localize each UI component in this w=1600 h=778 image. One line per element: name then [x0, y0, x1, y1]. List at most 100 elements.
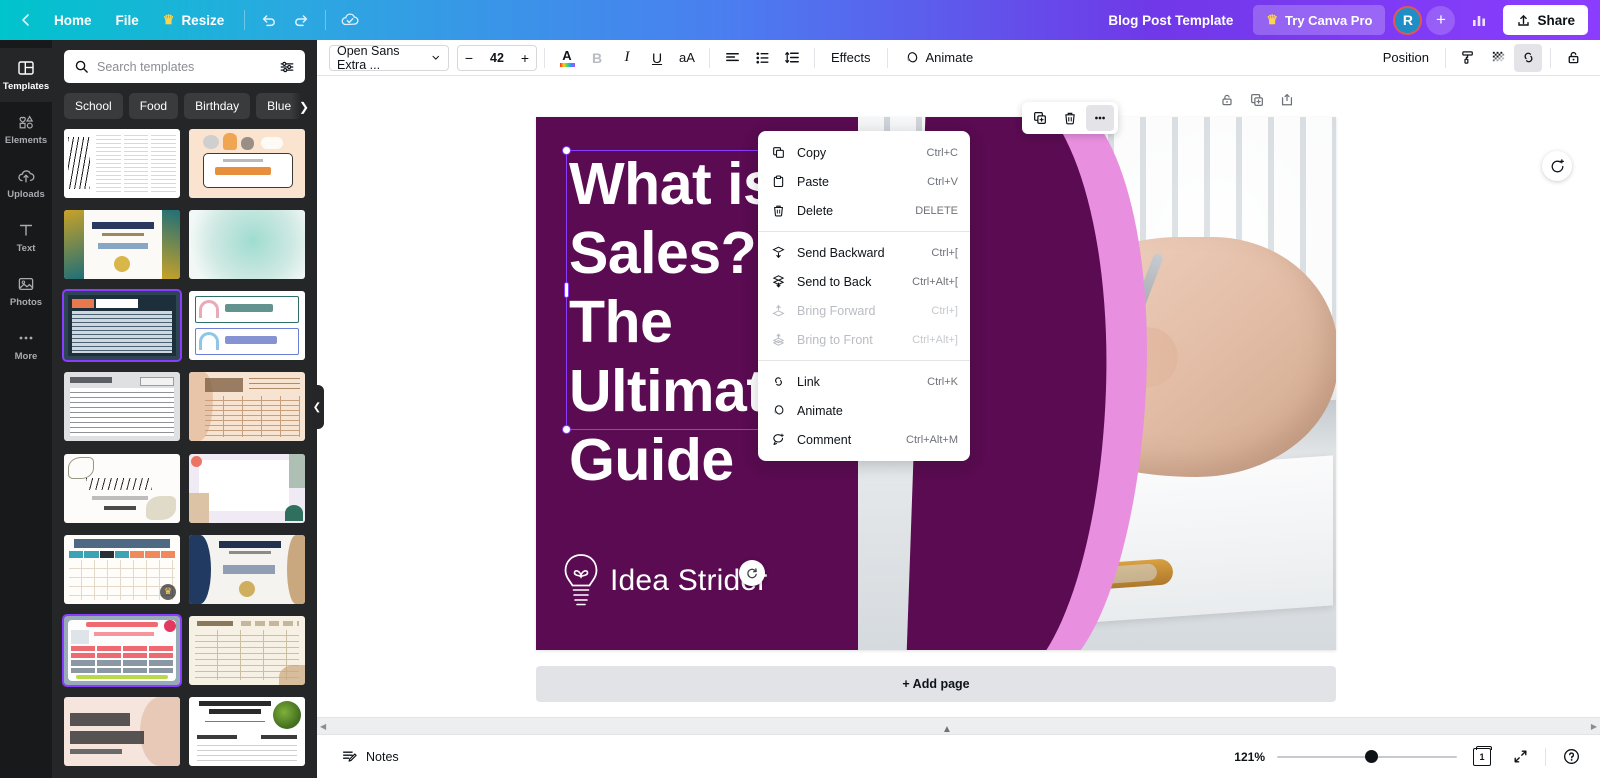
context-menu-shortcut: DELETE — [915, 204, 958, 217]
collapse-notes-bar-button[interactable]: ▲ — [930, 722, 964, 736]
template-thumbnail[interactable] — [64, 696, 180, 766]
context-menu-item-link[interactable]: Link Ctrl+K — [758, 367, 970, 396]
add-page-icon[interactable] — [1277, 90, 1297, 110]
try-pro-label: Try Canva Pro — [1285, 12, 1373, 28]
document-title[interactable]: Blog Post Template — [1096, 13, 1245, 28]
context-menu-item-animate[interactable]: Animate — [758, 396, 970, 425]
text-align-left-icon[interactable] — [718, 44, 746, 72]
template-thumbnail[interactable] — [64, 210, 180, 280]
divider — [244, 10, 246, 30]
template-thumbnail[interactable]: ♛ — [64, 534, 180, 604]
sidebar-item-elements[interactable]: Elements — [0, 102, 52, 156]
page-action-icons — [1217, 90, 1297, 110]
file-menu-button[interactable]: File — [104, 6, 151, 34]
bold-button[interactable]: B — [583, 44, 611, 72]
zoom-knob[interactable] — [1365, 750, 1378, 763]
text-color-button[interactable]: A — [553, 44, 581, 72]
avatar[interactable]: R — [1393, 5, 1423, 35]
search-input[interactable] — [97, 59, 271, 74]
sidebar-item-uploads[interactable]: Uploads — [0, 156, 52, 210]
undo-button[interactable] — [253, 6, 285, 34]
sidebar-item-photos[interactable]: Photos — [0, 264, 52, 318]
delete-element-button[interactable] — [1056, 105, 1084, 131]
share-button[interactable]: Share — [1503, 5, 1588, 35]
lock-icon[interactable] — [1559, 44, 1587, 72]
template-thumbnail[interactable] — [62, 289, 182, 363]
sidebar-item-more[interactable]: More — [0, 318, 52, 372]
font-size-input[interactable]: 42 — [480, 51, 514, 65]
add-page-button[interactable]: + Add page — [536, 666, 1336, 702]
context-menu-item-comment[interactable]: Comment Ctrl+Alt+M — [758, 425, 970, 454]
font-size-increase-button[interactable]: + — [514, 46, 536, 70]
chevron-down-icon — [432, 55, 440, 60]
template-thumbnail[interactable] — [189, 210, 305, 280]
home-button[interactable]: Home — [42, 6, 104, 34]
context-menu-item-copy[interactable]: Copy Ctrl+C — [758, 138, 970, 167]
bullet-list-icon[interactable] — [748, 44, 776, 72]
italic-button[interactable]: I — [613, 44, 641, 72]
context-menu-item-send-backward[interactable]: Send Backward Ctrl+[ — [758, 238, 970, 267]
chips-next-button[interactable]: ❯ — [291, 93, 317, 120]
topbar-right-group: Blog Post Template ♛ Try Canva Pro R + S… — [1096, 5, 1600, 35]
sidebar-item-text[interactable]: Text — [0, 210, 52, 264]
notes-label: Notes — [366, 749, 399, 764]
chip-food[interactable]: Food — [128, 93, 179, 119]
template-thumbnail[interactable] — [189, 534, 305, 604]
effects-button[interactable]: Effects — [822, 44, 880, 72]
template-thumbnail[interactable] — [189, 129, 305, 198]
font-family-select[interactable]: Open Sans Extra ... — [329, 44, 449, 72]
cloud-save-status-icon[interactable] — [334, 6, 366, 34]
file-label: File — [115, 12, 139, 28]
context-menu-item-paste[interactable]: Paste Ctrl+V — [758, 167, 970, 196]
chip-birthday[interactable]: Birthday — [184, 93, 251, 119]
template-thumbnail[interactable] — [189, 696, 305, 766]
template-thumbnail[interactable] — [189, 453, 305, 523]
bar-chart-icon[interactable] — [1463, 6, 1495, 34]
template-thumbnail[interactable] — [189, 372, 305, 442]
paint-roller-icon[interactable] — [1454, 44, 1482, 72]
crown-icon: ♛ — [162, 12, 175, 27]
template-thumbnail[interactable] — [189, 615, 305, 685]
try-canva-pro-button[interactable]: ♛ Try Canva Pro — [1253, 5, 1386, 35]
underline-button[interactable]: U — [643, 44, 671, 72]
chip-school[interactable]: School — [64, 93, 123, 119]
lock-icon[interactable] — [1217, 90, 1237, 110]
animate-button[interactable]: Animate — [895, 44, 983, 72]
scroll-right-arrow[interactable]: ▶ — [1591, 722, 1597, 731]
element-more-options-button[interactable] — [1086, 105, 1114, 131]
duplicate-element-button[interactable] — [1026, 105, 1054, 131]
transparency-icon[interactable] — [1484, 44, 1512, 72]
context-menu-item-delete[interactable]: Delete DELETE — [758, 196, 970, 225]
template-thumbnail[interactable] — [64, 129, 180, 198]
sidebar-item-templates[interactable]: Templates — [0, 48, 52, 102]
back-button[interactable] — [10, 6, 42, 34]
magic-sparkle-button[interactable] — [1542, 151, 1572, 181]
duplicate-page-icon[interactable] — [1247, 90, 1267, 110]
collapse-panel-button[interactable]: ❮ — [310, 385, 324, 429]
resize-button[interactable]: ♛ Resize — [151, 6, 236, 34]
help-button[interactable] — [1558, 744, 1584, 770]
position-button[interactable]: Position — [1374, 44, 1438, 72]
line-spacing-icon[interactable] — [778, 44, 806, 72]
notes-button[interactable]: Notes — [333, 743, 407, 770]
sidebar-item-label: Photos — [9, 297, 43, 308]
context-menu-item-send-to-back[interactable]: Send to Back Ctrl+Alt+[ — [758, 267, 970, 296]
font-size-decrease-button[interactable]: − — [458, 46, 480, 70]
template-grid: ♛ — [52, 129, 317, 778]
scroll-left-arrow[interactable]: ◀ — [320, 722, 326, 731]
template-thumbnail[interactable] — [62, 613, 182, 687]
zoom-slider[interactable] — [1277, 750, 1457, 764]
search-box[interactable] — [64, 50, 305, 83]
link-icon[interactable] — [1514, 43, 1542, 72]
template-thumbnail[interactable] — [189, 291, 305, 361]
template-thumbnail[interactable] — [64, 453, 180, 523]
letter-case-button[interactable]: aA — [673, 44, 701, 72]
lightbulb-icon — [564, 554, 598, 606]
redo-button[interactable] — [285, 6, 317, 34]
rotate-handle[interactable] — [739, 560, 765, 586]
animate-label: Animate — [925, 50, 974, 65]
fullscreen-button[interactable] — [1507, 744, 1533, 770]
page-manager-button[interactable]: 1 — [1469, 744, 1495, 770]
template-thumbnail[interactable] — [64, 372, 180, 442]
add-collaborator-button[interactable]: + — [1426, 5, 1456, 35]
